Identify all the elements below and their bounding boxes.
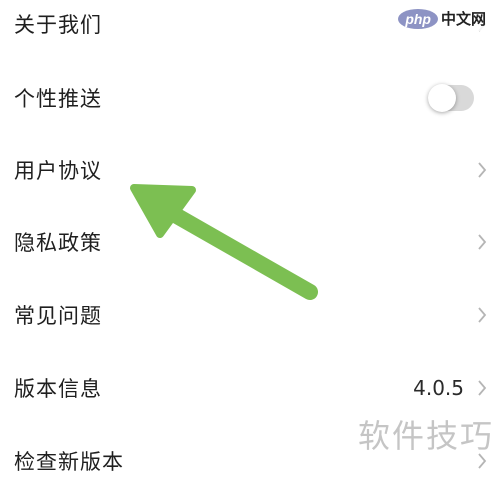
- settings-item-privacy-policy[interactable]: 隐私政策: [0, 212, 500, 272]
- settings-item-version-info[interactable]: 版本信息 4.0.5: [0, 358, 500, 418]
- settings-item-personalized-push[interactable]: 个性推送: [0, 68, 500, 128]
- push-toggle[interactable]: [428, 84, 474, 112]
- settings-item-label: 个性推送: [14, 87, 102, 111]
- php-logo-text: 中文网: [440, 10, 486, 28]
- corner-watermark: 软件技巧: [357, 417, 494, 455]
- settings-item-user-agreement[interactable]: 用户协议: [0, 140, 500, 200]
- version-value: 4.0.5: [413, 376, 464, 400]
- settings-item-label: 版本信息: [14, 377, 102, 401]
- chevron-right-icon: [474, 158, 490, 182]
- toggle-knob: [428, 84, 456, 112]
- settings-item-label: 检查新版本: [14, 450, 124, 474]
- chevron-right-icon: [474, 230, 490, 254]
- settings-item-label: 隐私政策: [14, 231, 102, 255]
- settings-item-label: 常见问题: [14, 304, 102, 328]
- chevron-right-icon: [474, 303, 490, 327]
- settings-item-faq[interactable]: 常见问题: [0, 285, 500, 345]
- settings-item-label: 用户协议: [14, 159, 102, 183]
- php-logo-badge: php: [398, 8, 438, 29]
- chevron-right-icon: [474, 376, 490, 400]
- site-watermark-logo: php 中文网: [394, 6, 490, 31]
- settings-item-label: 关于我们: [14, 13, 102, 37]
